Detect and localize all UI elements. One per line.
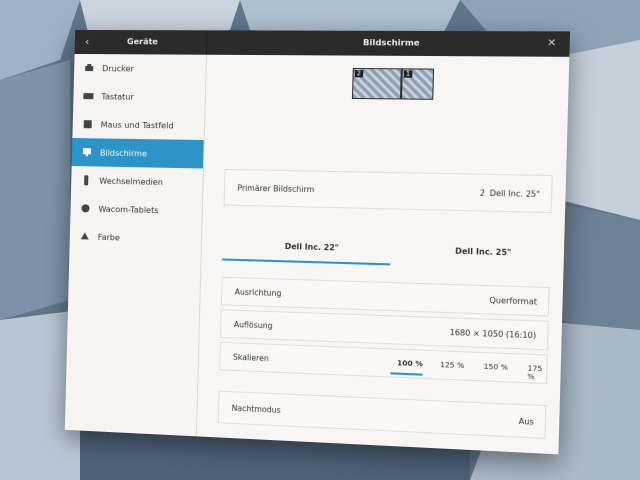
titlebar: ‹ Geräte Bildschirme ✕ [74, 29, 571, 57]
back-arrow-icon[interactable]: ‹ [85, 35, 95, 48]
monitor-1-preview[interactable]: 1 [400, 68, 435, 100]
scale-option-100[interactable]: 100 % [397, 359, 423, 368]
resolution-value: 1680 × 1050 (16:10) [449, 327, 537, 341]
display-settings-panel: 2 1 Primärer Bildschirm 2 Dell Inc. 25" … [196, 54, 570, 455]
usb-icon [81, 174, 91, 185]
night-mode-value: Aus [518, 416, 534, 427]
monitor-number: 1 [403, 70, 413, 78]
titlebar-left-section: ‹ Geräte [74, 29, 208, 55]
primary-display-row[interactable]: Primärer Bildschirm 2 Dell Inc. 25" [223, 168, 553, 214]
orientation-value: Querformat [489, 295, 538, 307]
window-title: Bildschirme [362, 38, 420, 48]
scale-option-125[interactable]: 125 % [440, 361, 464, 370]
color-icon [80, 231, 90, 241]
monitor-arrangement[interactable]: 2 1 [351, 64, 439, 100]
active-tab-indicator [222, 258, 391, 266]
tab-dell-25[interactable]: Dell Inc. 25" [455, 246, 511, 257]
sidebar-item-label: Bildschirme [99, 147, 148, 158]
night-mode-row[interactable]: Nachtmodus Aus [217, 390, 547, 439]
sidebar-item-drucker[interactable]: Drucker [74, 54, 206, 83]
primary-display-value: Dell Inc. 25" [489, 188, 541, 200]
display-tabs: Dell Inc. 22" Dell Inc. 25" [222, 236, 551, 272]
scale-option-175[interactable]: 175 % [527, 364, 546, 382]
tab-dell-22[interactable]: Dell Inc. 22" [285, 242, 339, 253]
settings-window: ‹ Geräte Bildschirme ✕ Drucker Tastatur … [64, 29, 571, 455]
primary-display-number: 2 [479, 188, 486, 198]
sidebar: Drucker Tastatur Maus und Tastfeld Bilds… [64, 53, 207, 437]
tablet-icon [80, 203, 90, 213]
sidebar-item-label: Farbe [97, 232, 121, 242]
primary-display-label: Primärer Bildschirm [237, 183, 315, 195]
section-title: Geräte [126, 37, 159, 47]
scale-option-150[interactable]: 150 % [483, 363, 508, 372]
sidebar-item-label: Wacom-Tablets [98, 204, 159, 215]
sidebar-item-bildschirme[interactable]: Bildschirme [71, 138, 204, 169]
sidebar-item-label: Wechselmedien [99, 176, 164, 187]
sidebar-item-label: Tastatur [101, 91, 134, 102]
night-mode-label: Nachtmodus [231, 403, 281, 415]
sidebar-item-wechselmedien[interactable]: Wechselmedien [71, 166, 203, 197]
sidebar-item-farbe[interactable]: Farbe [69, 222, 201, 254]
display-icon [82, 147, 92, 157]
monitor-number: 2 [354, 70, 364, 78]
sidebar-item-maus[interactable]: Maus und Tastfeld [72, 110, 204, 140]
keyboard-icon [83, 91, 94, 101]
sidebar-item-tastatur[interactable]: Tastatur [73, 82, 205, 112]
monitor-2-preview[interactable]: 2 [351, 67, 402, 100]
scale-selected-indicator [390, 372, 423, 376]
sidebar-item-label: Maus und Tastfeld [100, 119, 174, 130]
resolution-label: Auflösung [233, 319, 273, 331]
sidebar-item-wacom[interactable]: Wacom-Tablets [70, 194, 202, 225]
scale-label: Skalieren [232, 352, 269, 364]
mouse-icon [83, 119, 93, 129]
sidebar-item-label: Drucker [102, 63, 134, 73]
printer-icon [84, 63, 94, 73]
close-icon[interactable]: ✕ [547, 38, 557, 50]
orientation-label: Ausrichtung [234, 287, 282, 299]
